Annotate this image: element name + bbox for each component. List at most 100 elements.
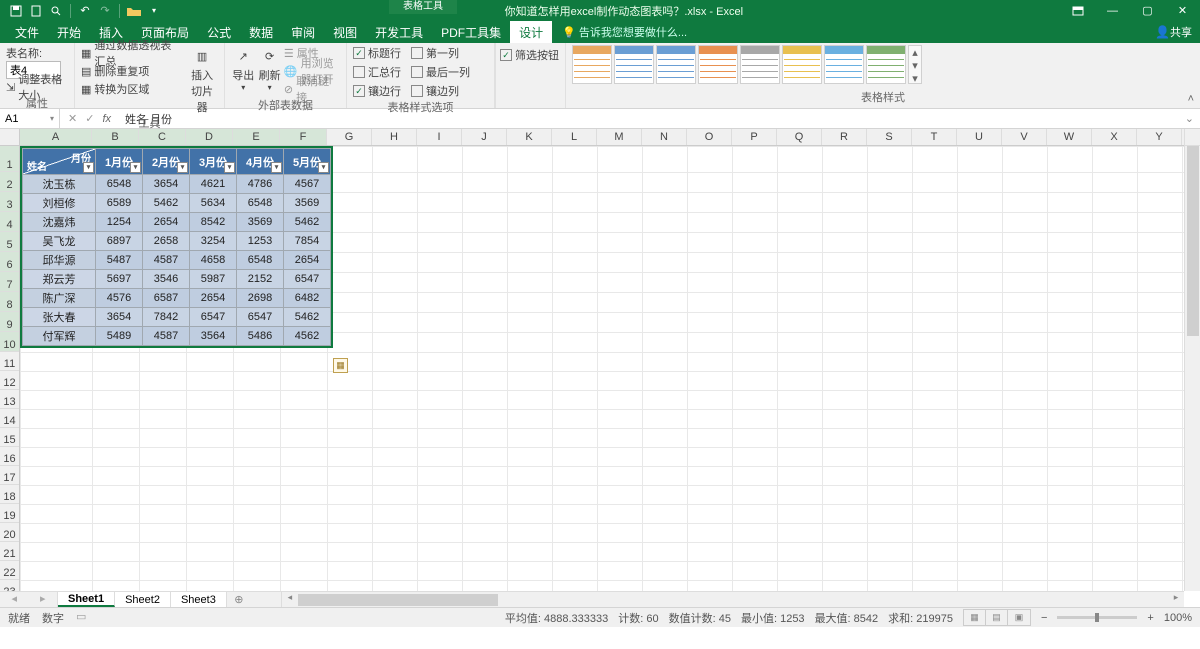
col-header[interactable]: U <box>957 129 1002 145</box>
data-cell[interactable]: 2654 <box>284 251 331 270</box>
col-header[interactable]: N <box>642 129 687 145</box>
banded-row-check[interactable]: ✓镶边行 <box>353 83 401 99</box>
vertical-scroll-thumb[interactable] <box>1187 146 1199 336</box>
close-button[interactable]: ✕ <box>1165 0 1200 21</box>
data-cell[interactable]: 3569 <box>284 194 331 213</box>
tab-开发工具[interactable]: 开发工具 <box>366 21 432 43</box>
col-header[interactable]: V <box>1002 129 1047 145</box>
col-header[interactable]: S <box>867 129 912 145</box>
name-cell[interactable]: 刘桓修 <box>23 194 96 213</box>
select-all-corner[interactable] <box>0 129 20 146</box>
data-cell[interactable]: 5987 <box>190 270 237 289</box>
vertical-scrollbar[interactable] <box>1184 129 1200 591</box>
resize-table-button[interactable]: ⇲ 调整表格大小 <box>6 79 68 95</box>
table-style-thumb[interactable] <box>614 45 654 84</box>
row-header[interactable]: 9 <box>0 312 19 332</box>
data-cell[interactable]: 2654 <box>143 213 190 232</box>
data-cell[interactable]: 3654 <box>143 175 190 194</box>
table-style-thumb[interactable] <box>782 45 822 84</box>
data-cell[interactable]: 6482 <box>284 289 331 308</box>
table-style-thumb[interactable] <box>698 45 738 84</box>
data-cell[interactable]: 3564 <box>190 327 237 346</box>
col-header[interactable]: J <box>462 129 507 145</box>
summarize-pivot-button[interactable]: ▦ 通过数据透视表汇总 <box>81 45 180 61</box>
data-cell[interactable]: 6548 <box>237 194 284 213</box>
data-cell[interactable]: 5486 <box>237 327 284 346</box>
horizontal-scroll-thumb[interactable] <box>298 594 498 606</box>
col-header[interactable]: G <box>327 129 372 145</box>
data-cell[interactable]: 4587 <box>143 251 190 270</box>
row-header[interactable]: 10 <box>0 332 19 352</box>
data-cell[interactable]: 2654 <box>190 289 237 308</box>
qat-open[interactable] <box>125 2 143 20</box>
data-cell[interactable]: 1254 <box>96 213 143 232</box>
row-header[interactable]: 20 <box>0 523 19 542</box>
refresh-button[interactable]: ⟳刷新▾ <box>257 45 281 97</box>
table-style-thumb[interactable] <box>572 45 612 84</box>
qat-new[interactable] <box>27 2 45 20</box>
filter-button[interactable]: ▾ <box>177 162 188 173</box>
insert-slicer-button[interactable]: ▥插入 切片器 <box>186 45 218 115</box>
data-cell[interactable]: 4567 <box>284 175 331 194</box>
name-cell[interactable]: 张大春 <box>23 308 96 327</box>
name-cell[interactable]: 沈嘉炜 <box>23 213 96 232</box>
col-header[interactable]: P <box>732 129 777 145</box>
minimize-button[interactable]: — <box>1095 0 1130 21</box>
data-cell[interactable]: 5487 <box>96 251 143 270</box>
gallery-more-button[interactable]: ▴▾▾ <box>908 45 922 84</box>
quick-analysis-button[interactable]: ▦ <box>333 358 348 373</box>
data-cell[interactable]: 5462 <box>284 308 331 327</box>
data-cell[interactable]: 3546 <box>143 270 190 289</box>
row-header[interactable]: 13 <box>0 390 19 409</box>
data-cell[interactable]: 6547 <box>284 270 331 289</box>
zoom-in[interactable]: + <box>1147 612 1153 624</box>
add-sheet-button[interactable]: ⊕ <box>227 592 251 607</box>
tell-me[interactable]: 💡 告诉我您想要做什么... <box>552 21 687 43</box>
data-cell[interactable]: 3569 <box>237 213 284 232</box>
row-header[interactable]: 18 <box>0 485 19 504</box>
name-cell[interactable]: 沈玉栋 <box>23 175 96 194</box>
data-table[interactable]: 月份姓名▾1月份▾2月份▾3月份▾4月份▾5月份▾沈玉栋654836544621… <box>20 146 333 348</box>
data-cell[interactable]: 6897 <box>96 232 143 251</box>
row-header[interactable]: 3 <box>0 192 19 212</box>
col-header[interactable]: Y <box>1137 129 1182 145</box>
name-cell[interactable]: 邱华源 <box>23 251 96 270</box>
table-style-thumb[interactable] <box>866 45 906 84</box>
data-cell[interactable]: 5697 <box>96 270 143 289</box>
col-header[interactable]: R <box>822 129 867 145</box>
view-page-layout[interactable]: ▤ <box>986 610 1008 625</box>
convert-range-button[interactable]: ▦ 转换为区域 <box>81 81 180 97</box>
data-cell[interactable]: 2698 <box>237 289 284 308</box>
data-cell[interactable]: 2658 <box>143 232 190 251</box>
data-cell[interactable]: 4621 <box>190 175 237 194</box>
qat-save[interactable] <box>7 2 25 20</box>
data-cell[interactable]: 7842 <box>143 308 190 327</box>
scroll-left-arrow[interactable]: ◂ <box>282 592 298 603</box>
row-header[interactable]: 17 <box>0 466 19 485</box>
first-col-check[interactable]: 第一列 <box>411 45 470 61</box>
row-header[interactable]: 11 <box>0 352 19 371</box>
row-header[interactable]: 19 <box>0 504 19 523</box>
table-style-thumb[interactable] <box>824 45 864 84</box>
scroll-right-arrow[interactable]: ▸ <box>1168 592 1184 603</box>
row-header[interactable]: 6 <box>0 252 19 272</box>
qat-preview[interactable] <box>47 2 65 20</box>
tab-设计[interactable]: 设计 <box>510 21 552 43</box>
col-header[interactable]: I <box>417 129 462 145</box>
sheet-tab[interactable]: Sheet1 <box>58 592 115 607</box>
horizontal-scrollbar[interactable]: ◂ ▸ <box>281 592 1184 607</box>
col-header[interactable]: D <box>186 129 233 145</box>
view-normal[interactable]: ▦ <box>964 610 986 625</box>
sheet-tab[interactable]: Sheet3 <box>171 592 227 607</box>
data-cell[interactable]: 6547 <box>237 308 284 327</box>
zoom-out[interactable]: − <box>1041 612 1047 624</box>
tab-数据[interactable]: 数据 <box>240 21 282 43</box>
tab-文件[interactable]: 文件 <box>6 21 48 43</box>
data-cell[interactable]: 7854 <box>284 232 331 251</box>
data-cell[interactable]: 2152 <box>237 270 284 289</box>
row-header[interactable]: 4 <box>0 212 19 232</box>
data-cell[interactable]: 3254 <box>190 232 237 251</box>
banded-col-check[interactable]: 镶边列 <box>411 83 470 99</box>
name-cell[interactable]: 吴飞龙 <box>23 232 96 251</box>
col-header[interactable]: T <box>912 129 957 145</box>
